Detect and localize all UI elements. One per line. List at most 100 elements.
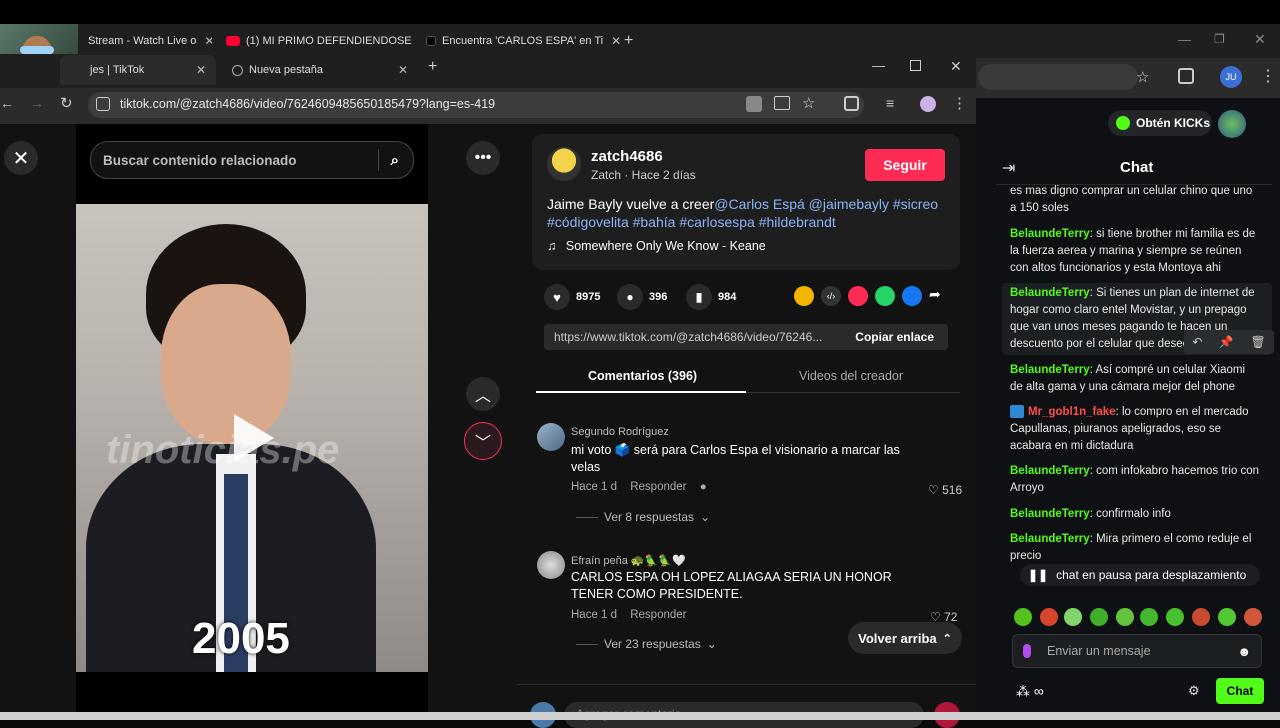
user-avatar[interactable] <box>1218 110 1246 138</box>
facebook-icon[interactable] <box>902 286 922 306</box>
save-button[interactable]: ▮ 984 <box>686 284 736 310</box>
search-icon[interactable]: ⌕ <box>391 152 399 169</box>
repost-icon[interactable] <box>794 286 814 306</box>
comment-username[interactable]: Segundo Rodríguez <box>571 426 669 438</box>
tab-tiktok-search[interactable]: Encuentra 'CARLOS ESPA' en Ti ✕ <box>416 28 620 54</box>
microphone-icon[interactable] <box>1023 644 1031 658</box>
emote-icon[interactable] <box>1166 608 1184 626</box>
follow-button[interactable]: Seguir <box>865 149 945 181</box>
install-icon[interactable] <box>774 96 790 110</box>
site-info-icon[interactable] <box>96 97 110 111</box>
chat-username[interactable]: BelaundeTerry <box>1010 508 1090 520</box>
close-icon[interactable]: ✕ <box>390 63 408 77</box>
embed-icon[interactable]: ‹/› <box>821 286 841 306</box>
search-input[interactable]: Buscar contenido relacionado ⌕ <box>90 141 414 179</box>
profile-avatar[interactable] <box>920 96 936 112</box>
emote-icon[interactable] <box>1116 608 1134 626</box>
emote-icon[interactable] <box>1218 608 1236 626</box>
close-icon[interactable]: ✕ <box>603 34 620 48</box>
chat-send-button[interactable]: Chat <box>1216 678 1264 704</box>
view-replies-button[interactable]: Ver 23 respuestas ⌄ <box>576 637 717 651</box>
chat-username[interactable]: BelaundeTerry <box>1010 287 1090 299</box>
close-icon[interactable]: ✕ <box>188 63 206 77</box>
chat-username[interactable]: BelaundeTerry <box>1010 465 1090 477</box>
emote-icon[interactable] <box>1064 608 1082 626</box>
close-window-icon[interactable]: ✕ <box>950 58 962 75</box>
maximize-icon[interactable]: ❐ <box>1214 32 1225 46</box>
send-icon[interactable] <box>848 286 868 306</box>
community-icon[interactable]: ⁂ ∞ <box>1016 683 1044 700</box>
pin-icon[interactable]: 📌 <box>1219 335 1234 349</box>
like-button[interactable]: ♥ 8975 <box>544 284 600 310</box>
emote-icon[interactable] <box>1014 608 1032 626</box>
chat-username[interactable]: BelaundeTerry <box>1010 364 1090 376</box>
close-window-icon[interactable]: ✕ <box>1254 31 1266 48</box>
author-avatar[interactable] <box>547 147 581 181</box>
back-icon[interactable]: ← <box>0 95 14 111</box>
translate-icon[interactable] <box>746 96 762 112</box>
copy-link-button[interactable]: Copiar enlace <box>855 330 948 344</box>
comment-avatar[interactable] <box>537 551 565 579</box>
chevron-down-icon: ⌄ <box>707 637 717 651</box>
author-username[interactable]: zatch4686 <box>591 148 663 165</box>
minimize-icon[interactable]: — <box>1178 32 1191 47</box>
chat-username[interactable]: BelaundeTerry <box>1010 228 1090 240</box>
browser-menu-icon[interactable]: ⋮ <box>1260 66 1276 86</box>
share-arrow-icon[interactable]: ➦ <box>929 286 941 306</box>
chat-message: BelaundeTerry: com infokabro hacemos tri… <box>1010 463 1260 497</box>
emote-icon[interactable] <box>1040 608 1058 626</box>
extensions-icon[interactable] <box>844 96 859 111</box>
close-icon[interactable]: ✕ <box>196 34 212 48</box>
replies-line <box>576 644 598 645</box>
bookmark-star-icon[interactable]: ☆ <box>802 94 815 112</box>
tab-youtube[interactable]: (1) MI PRIMO DEFENDIENDOSE ✕ <box>216 28 412 54</box>
emoji-icon[interactable]: ☻ <box>1237 644 1251 659</box>
comment-like[interactable]: ♡ 516 <box>928 483 962 497</box>
chat-username[interactable]: BelaundeTerry <box>1010 533 1090 545</box>
new-tab-icon[interactable]: + <box>624 32 633 50</box>
music-row[interactable]: ♫ Somewhere Only We Know - Keane <box>547 239 766 253</box>
reload-icon[interactable]: ↻ <box>60 94 73 112</box>
chat-input[interactable]: Enviar un mensaje ☻ <box>1012 634 1262 668</box>
reply-button[interactable]: Responder <box>630 481 686 493</box>
tab-comments[interactable]: Comentarios (396) <box>588 369 697 383</box>
more-options-button[interactable]: ••• <box>466 141 500 175</box>
emote-icon[interactable] <box>1090 608 1108 626</box>
comment-avatar[interactable] <box>537 423 565 451</box>
emote-icon[interactable] <box>1140 608 1158 626</box>
media-control-icon[interactable]: ≡ <box>886 95 894 111</box>
tab-creator-videos[interactable]: Videos del creador <box>799 369 903 383</box>
emote-icon[interactable] <box>1192 608 1210 626</box>
bookmark-star-icon[interactable]: ☆ <box>1136 68 1149 86</box>
extensions-icon[interactable] <box>1178 68 1194 84</box>
maximize-icon[interactable] <box>910 60 921 71</box>
chat-username[interactable]: Mr_gobl1n_fake <box>1028 406 1116 418</box>
comment-username[interactable]: Efraín peña 🐢🦜🦜🤍 <box>571 554 686 567</box>
chat-paused-banner[interactable]: ❚❚ chat en pausa para desplazamiento <box>1020 564 1260 586</box>
url-text[interactable]: tiktok.com/@zatch4686/video/762460948565… <box>120 97 495 111</box>
emote-icon[interactable] <box>1244 608 1262 626</box>
settings-icon[interactable]: ⚙ <box>1188 683 1200 699</box>
close-video-button[interactable]: ✕ <box>4 141 38 175</box>
back-address-bar[interactable] <box>978 64 1138 90</box>
whatsapp-icon[interactable] <box>875 286 895 306</box>
delete-icon[interactable]: 🗑 <box>1250 335 1265 349</box>
back-to-top-button[interactable]: Volver arriba ⌃ <box>848 622 962 654</box>
collapse-chat-icon[interactable]: ⇥ <box>1002 158 1015 178</box>
play-icon[interactable] <box>234 414 274 462</box>
reply-icon[interactable]: ↶ <box>1192 335 1202 349</box>
comment-button[interactable]: ● 396 <box>617 284 667 310</box>
video-player[interactable]: tinoticias.pe 2005 <box>76 204 428 672</box>
reply-button[interactable]: Responder <box>630 609 686 621</box>
next-video-button[interactable]: ﹀ <box>464 422 502 460</box>
previous-video-button[interactable]: ︿ <box>466 377 500 411</box>
get-kicks-button[interactable]: Obtén KICKs <box>1108 110 1212 136</box>
profile-avatar[interactable]: JU <box>1220 66 1242 88</box>
tab-new[interactable]: Nueva pestaña ✕ <box>222 55 418 85</box>
tab-kick-stream[interactable]: Stream - Watch Live o ✕ <box>78 28 212 54</box>
browser-menu-icon[interactable]: ⋮ <box>952 94 967 112</box>
tab-tiktok[interactable]: jes | TikTok ✕ <box>60 55 216 85</box>
view-replies-button[interactable]: Ver 8 respuestas ⌄ <box>576 510 710 524</box>
new-tab-icon[interactable]: + <box>428 58 437 76</box>
minimize-icon[interactable]: — <box>872 58 885 73</box>
